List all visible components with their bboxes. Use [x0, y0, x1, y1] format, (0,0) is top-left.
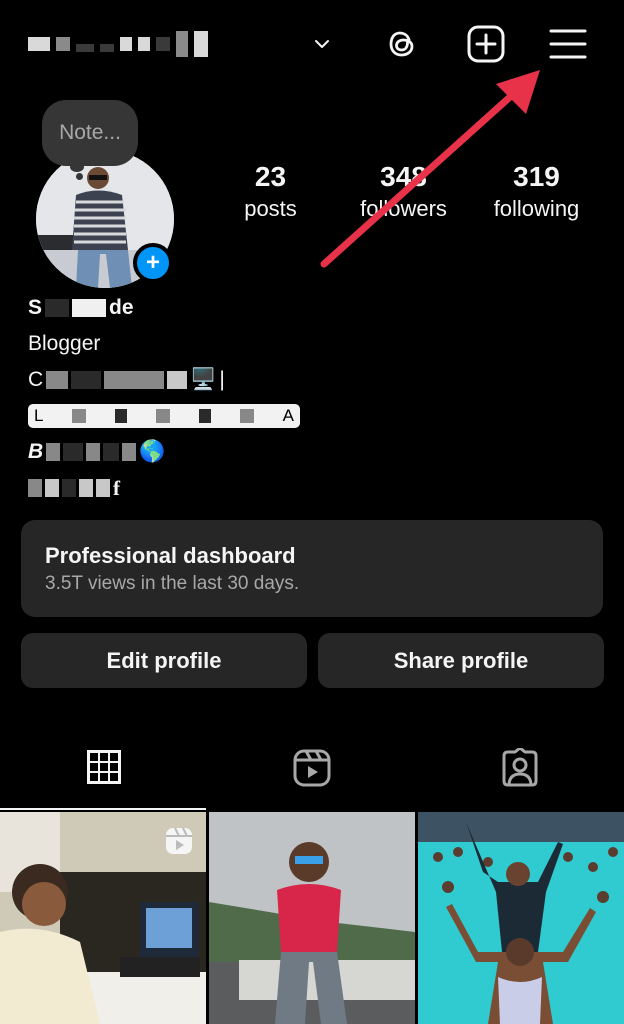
profile-tabs [0, 740, 624, 810]
grid-icon [87, 750, 121, 784]
redaction [63, 443, 84, 461]
redaction [176, 31, 188, 57]
followers-label: followers [360, 196, 447, 221]
link-start: L [34, 406, 44, 425]
redaction [198, 409, 211, 423]
chevron-down-icon[interactable] [312, 34, 332, 54]
note-bubble[interactable]: Note... [42, 100, 138, 166]
redaction [239, 409, 254, 423]
redaction [72, 409, 87, 423]
redaction [104, 371, 165, 389]
create-button[interactable] [464, 22, 508, 66]
posts-label: posts [244, 196, 297, 221]
bio-line-4: f [28, 470, 428, 506]
bio-text: | [219, 368, 225, 391]
professional-dashboard-card[interactable]: Professional dashboard 3.5T views in the… [21, 520, 603, 617]
following-label: following [493, 196, 580, 221]
name-end: de [109, 296, 134, 319]
top-bar: S████ █████5 [0, 0, 624, 90]
bio-text: f [113, 476, 120, 500]
redaction [79, 479, 93, 497]
bio-link[interactable]: L A [28, 404, 300, 428]
redaction [46, 443, 61, 461]
redaction [76, 44, 94, 52]
category-text: Blogger [28, 332, 101, 355]
add-story-button[interactable]: + [133, 243, 173, 283]
redaction [45, 299, 70, 317]
plus-icon: + [145, 249, 160, 276]
tab-tagged[interactable] [416, 740, 624, 810]
redaction [45, 479, 59, 497]
redaction [62, 479, 76, 497]
post-image [418, 812, 624, 1024]
stat-following[interactable]: 319 following [470, 160, 603, 224]
threads-button[interactable] [380, 22, 424, 66]
menu-button[interactable] [546, 22, 590, 66]
followers-count: 348 [380, 161, 427, 192]
post-image [209, 812, 415, 1024]
bio-line-3: B 🌎 [28, 434, 428, 470]
category-label: Blogger [28, 326, 428, 362]
username-switcher[interactable]: S████ █████5 [28, 28, 208, 60]
edit-profile-button[interactable]: Edit profile [21, 633, 307, 688]
redaction [156, 37, 170, 51]
stat-posts[interactable]: 23 posts [204, 160, 337, 224]
bio-line-1: C 🖥️ | [28, 362, 428, 398]
note-bubble-tail [76, 173, 83, 180]
hamburger-menu-icon [549, 29, 587, 59]
tagged-person-icon [502, 748, 538, 787]
link-end: A [282, 406, 294, 425]
posts-count: 23 [254, 161, 287, 192]
stat-followers[interactable]: 348 followers [337, 160, 470, 224]
globe-emoji-icon: 🌎 [139, 440, 166, 463]
bio-link-line: L A [28, 398, 428, 434]
reel-indicator-icon [166, 827, 192, 854]
redaction [28, 479, 42, 497]
post-thumbnail[interactable] [0, 812, 206, 1024]
redaction [167, 371, 188, 389]
threads-icon [389, 31, 414, 57]
profile-bio: S de Blogger C 🖥️ | L A B 🌎 f [28, 290, 428, 506]
redaction [122, 443, 137, 461]
username-text: S████ █████5 [28, 16, 29, 72]
redaction [28, 37, 50, 51]
redaction [120, 37, 132, 51]
post-thumbnail[interactable] [418, 812, 624, 1024]
reels-icon [293, 749, 331, 787]
bio-text: C [28, 368, 44, 391]
redaction [194, 31, 208, 57]
redaction [138, 37, 150, 51]
redaction [46, 371, 69, 389]
tab-reels[interactable] [208, 740, 416, 810]
redaction [96, 479, 110, 497]
create-plus-icon [467, 25, 505, 63]
name-start: S [28, 296, 43, 319]
computer-emoji-icon: 🖥️ [190, 368, 217, 391]
note-bubble-tail [70, 162, 84, 172]
redaction [56, 37, 70, 51]
redaction [115, 409, 128, 423]
redaction [86, 443, 101, 461]
redaction [100, 44, 114, 52]
post-thumbnail[interactable] [209, 812, 415, 1024]
redaction [71, 371, 102, 389]
redaction [103, 443, 120, 461]
display-name: S de [28, 290, 428, 326]
bio-text: B [28, 440, 44, 463]
tab-posts-grid[interactable] [0, 740, 208, 810]
redaction [72, 299, 107, 317]
note-placeholder: Note... [59, 121, 121, 144]
following-count: 319 [513, 161, 560, 192]
posts-grid [0, 812, 624, 1024]
profile-stats: 23 posts 348 followers 319 following [204, 160, 624, 224]
share-profile-button[interactable]: Share profile [318, 633, 604, 688]
dashboard-subtitle: 3.5T views in the last 30 days. [45, 573, 300, 594]
dashboard-title: Professional dashboard [45, 543, 296, 568]
redaction [156, 409, 171, 423]
